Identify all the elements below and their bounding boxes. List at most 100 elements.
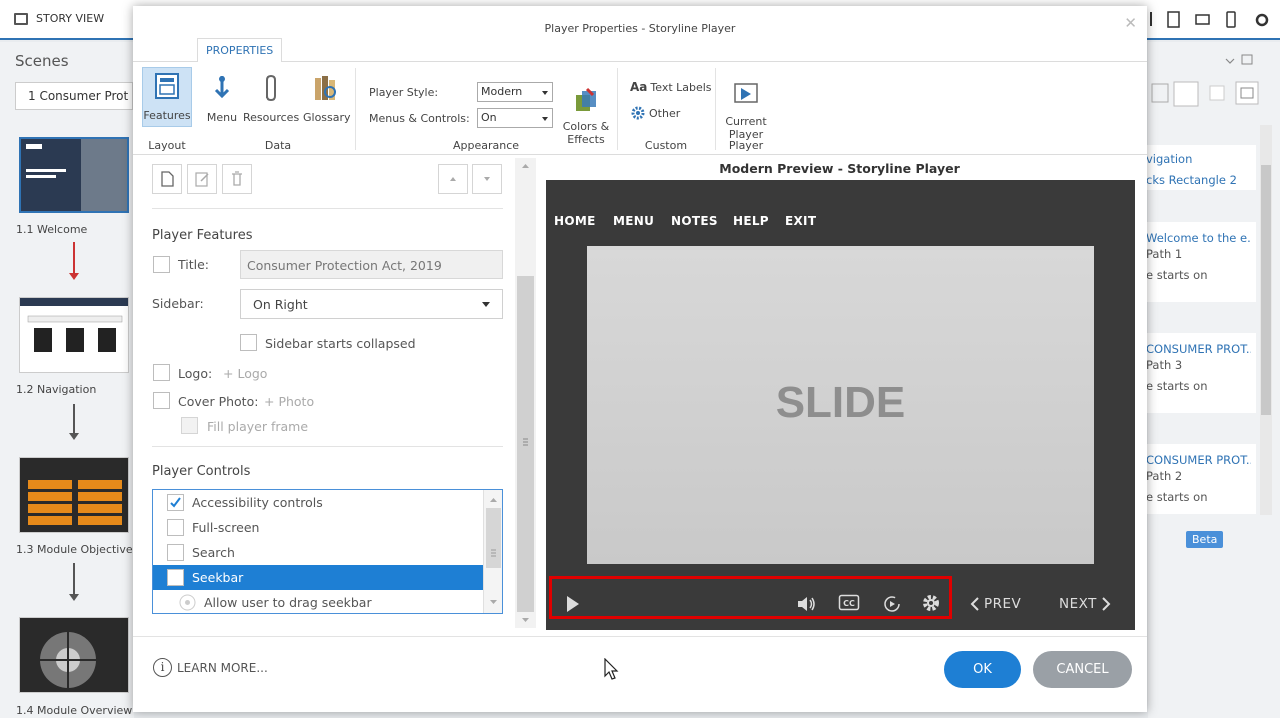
closed-captions-icon[interactable]: CC xyxy=(838,593,860,613)
player-controls-list: Accessibility controls Full-screen Searc… xyxy=(152,489,503,614)
slide-label: 1.2 Navigation xyxy=(16,383,97,396)
divider xyxy=(152,208,503,209)
replay-icon[interactable] xyxy=(881,593,903,615)
play-icon[interactable] xyxy=(564,594,582,614)
settings-gear-icon[interactable] xyxy=(920,592,942,614)
panel-scrollbar-thumb[interactable] xyxy=(517,276,534,612)
delete-button[interactable] xyxy=(222,164,252,194)
move-down-button[interactable] xyxy=(472,164,502,194)
checkmark-icon xyxy=(170,497,181,508)
seekbar-checkbox[interactable] xyxy=(167,569,184,586)
control-item-search[interactable]: Search xyxy=(153,540,483,565)
chevron-left-icon[interactable] xyxy=(969,596,981,612)
learn-more-label: LEARN MORE... xyxy=(177,660,268,675)
slide-thumbnail-welcome[interactable] xyxy=(19,137,129,213)
control-item-fullscreen[interactable]: Full-screen xyxy=(153,515,483,540)
prev-button[interactable]: PREV xyxy=(984,596,1021,612)
fullscreen-checkbox[interactable] xyxy=(167,519,184,536)
story-view-label: STORY VIEW xyxy=(36,12,105,25)
scene-select[interactable]: 1 Consumer Prot xyxy=(15,82,133,110)
trigger-text[interactable]: Welcome to the e... xyxy=(1146,231,1251,245)
cover-photo-checkbox[interactable] xyxy=(153,392,170,409)
search-checkbox[interactable] xyxy=(167,544,184,561)
features-button[interactable]: Features xyxy=(142,67,192,127)
other-label: Other xyxy=(649,106,681,120)
beta-badge: Beta xyxy=(1186,531,1224,548)
trigger-text: Path 2 xyxy=(1146,469,1183,483)
control-item-drag-seekbar[interactable]: Allow user to drag seekbar xyxy=(153,590,483,613)
other-button[interactable]: Other xyxy=(630,105,680,121)
close-icon[interactable]: ✕ xyxy=(1124,14,1137,32)
ribbon-separator xyxy=(355,68,356,150)
footer-divider xyxy=(133,636,1147,637)
ok-button[interactable]: OK xyxy=(944,651,1021,688)
group-label-player: Player xyxy=(728,139,764,152)
logo-checkbox[interactable] xyxy=(153,364,170,381)
volume-icon[interactable] xyxy=(796,594,818,614)
sidebar-select[interactable]: On Right xyxy=(240,289,503,319)
control-label: Full-screen xyxy=(192,520,260,535)
trigger-text[interactable]: vigation xyxy=(1146,152,1251,166)
add-logo-link[interactable]: + Logo xyxy=(223,366,267,381)
fill-frame-label: Fill player frame xyxy=(207,419,309,434)
control-label: Seekbar xyxy=(192,570,244,585)
title-checkbox[interactable] xyxy=(153,256,170,273)
new-menu-button[interactable] xyxy=(152,164,182,194)
control-item-accessibility[interactable]: Accessibility controls xyxy=(153,490,483,515)
slide-label: 1.3 Module Objectives xyxy=(16,543,139,556)
fill-frame-checkbox[interactable] xyxy=(181,417,198,434)
glossary-label: Glossary xyxy=(303,111,351,124)
trigger-text: e starts on xyxy=(1146,379,1208,393)
nav-help[interactable]: HELP xyxy=(733,214,769,228)
text-labels-label: Text Labels xyxy=(650,80,712,94)
ribbon-separator xyxy=(617,68,618,150)
text-labels-icon: Aa xyxy=(630,80,648,94)
sidebar-collapsed-checkbox[interactable] xyxy=(240,334,257,351)
glossary-button[interactable]: Glossary xyxy=(303,70,351,124)
nav-notes[interactable]: NOTES xyxy=(671,214,718,228)
learn-more-link[interactable]: i LEARN MORE... xyxy=(153,658,268,677)
mouse-cursor-icon xyxy=(604,658,619,680)
resources-button[interactable]: Resources xyxy=(243,70,299,124)
sidebar-label: Sidebar: xyxy=(152,296,204,311)
logo-label: Logo: xyxy=(178,366,213,381)
trigger-text[interactable]: cks Rectangle 2 xyxy=(1146,173,1251,187)
control-item-seekbar[interactable]: Seekbar xyxy=(153,565,483,590)
slide-placeholder-text: SLIDE xyxy=(775,378,906,427)
flow-arrow xyxy=(69,404,79,440)
nav-home[interactable]: HOME xyxy=(554,214,596,228)
cancel-button[interactable]: CANCEL xyxy=(1033,651,1132,688)
trigger-text[interactable]: CONSUMER PROT... xyxy=(1146,453,1251,467)
scenes-title: Scenes xyxy=(15,52,69,70)
menus-controls-select[interactable]: On xyxy=(477,108,553,128)
trigger-text: e starts on xyxy=(1146,490,1208,504)
player-style-select[interactable]: Modern xyxy=(477,82,553,102)
svg-text:CC: CC xyxy=(843,599,855,608)
add-photo-link[interactable]: + Photo xyxy=(264,394,314,409)
nav-menu[interactable]: MENU xyxy=(613,214,654,228)
accessibility-checkbox[interactable] xyxy=(167,494,184,511)
edit-button[interactable] xyxy=(187,164,217,194)
trigger-text: e starts on xyxy=(1146,268,1208,282)
slide-thumbnail-objectives[interactable] xyxy=(19,457,129,533)
radio-icon[interactable] xyxy=(179,594,196,611)
story-view-button[interactable]: STORY VIEW xyxy=(14,12,104,25)
tab-properties[interactable]: PROPERTIES xyxy=(197,38,283,62)
next-button[interactable]: NEXT xyxy=(1059,596,1097,612)
nav-exit[interactable]: EXIT xyxy=(785,214,816,228)
group-label-custom: Custom xyxy=(644,139,688,152)
text-labels-button[interactable]: Aa Text Labels xyxy=(630,80,712,94)
scrollbar-track xyxy=(486,498,501,604)
trigger-text[interactable]: CONSUMER PROT... xyxy=(1146,342,1251,356)
slide-thumbnail-navigation[interactable] xyxy=(19,297,129,373)
controls-list-scrollbar[interactable] xyxy=(483,490,502,613)
menu-button[interactable]: Menu xyxy=(204,70,240,124)
chevron-right-icon[interactable] xyxy=(1100,596,1112,612)
triggers-scrollbar[interactable] xyxy=(1256,125,1276,525)
current-player-label: Current Player xyxy=(725,115,767,141)
slide-thumbnail-overview[interactable] xyxy=(19,617,129,693)
player-icon xyxy=(734,83,758,103)
paperclip-icon xyxy=(266,74,276,102)
title-field[interactable]: Consumer Protection Act, 2019 xyxy=(240,250,503,279)
move-up-button[interactable] xyxy=(438,164,468,194)
